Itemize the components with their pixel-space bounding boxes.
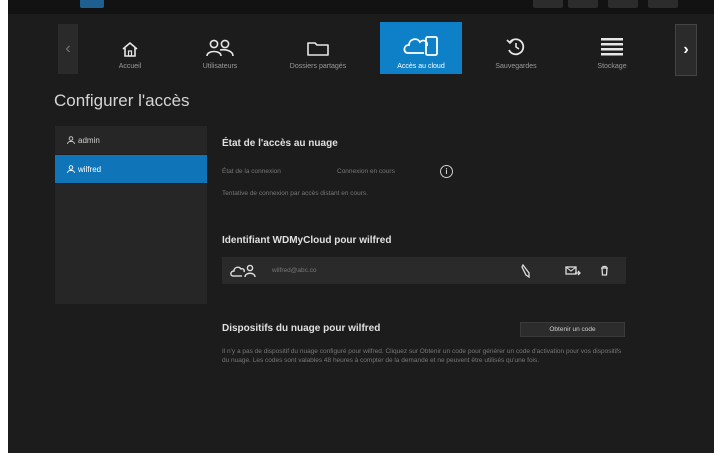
send-email-button[interactable] bbox=[565, 257, 581, 284]
cloud-status-title: État de l'accès au nuage bbox=[222, 138, 338, 149]
app-window: ‹ Accueil Utilisateurs Dossiers partagés bbox=[8, 0, 714, 453]
user-item-wilfred[interactable]: wilfred bbox=[55, 155, 207, 184]
nav-item-storage[interactable]: Stockage bbox=[572, 22, 652, 74]
home-icon bbox=[122, 41, 138, 57]
nav-prev-button[interactable]: ‹ bbox=[58, 24, 78, 74]
user-name: wilfred bbox=[78, 164, 102, 174]
user-item-admin[interactable]: admin bbox=[55, 126, 207, 155]
user-list: admin wilfred bbox=[55, 126, 207, 304]
top-strip bbox=[8, 0, 714, 14]
nav-label: Utilisateurs bbox=[202, 63, 238, 70]
identifier-title: Identifiant WDMyCloud pour wilfred bbox=[222, 235, 392, 246]
top-strip-tab bbox=[608, 0, 638, 8]
delete-button[interactable] bbox=[600, 257, 609, 284]
folder-icon bbox=[307, 42, 329, 56]
devices-description: Il n'y a pas de dispositif du nuage conf… bbox=[222, 348, 622, 364]
chevron-left-icon: ‹ bbox=[65, 40, 71, 57]
user-name: admin bbox=[78, 135, 100, 145]
nav-item-backups[interactable]: Sauvegardes bbox=[476, 22, 556, 74]
devices-title: Dispositifs du nuage pour wilfred bbox=[222, 323, 381, 334]
page-title: Configurer l'accès bbox=[54, 91, 190, 110]
connection-status-label: État de la connexion bbox=[222, 168, 281, 175]
pencil-icon bbox=[521, 263, 530, 278]
storage-icon bbox=[601, 38, 623, 56]
nav-item-users[interactable]: Utilisateurs bbox=[180, 22, 260, 74]
top-strip-tab bbox=[648, 0, 678, 8]
user-icon bbox=[67, 165, 75, 173]
mail-send-icon bbox=[565, 265, 581, 275]
top-strip-tab bbox=[568, 0, 598, 8]
nav-item-home[interactable]: Accueil bbox=[90, 22, 170, 74]
identifier-email: wilfred@abc.co bbox=[272, 267, 317, 274]
users-icon bbox=[206, 39, 234, 57]
cloud-user-icon bbox=[230, 257, 256, 284]
nav-label: Accueil bbox=[118, 63, 142, 70]
user-icon bbox=[67, 136, 75, 144]
nav-label: Sauvegardes bbox=[495, 63, 537, 70]
connection-message: Tentative de connexion par accès distant… bbox=[222, 190, 368, 197]
info-icon[interactable]: i bbox=[440, 165, 453, 178]
nav-item-shares[interactable]: Dossiers partagés bbox=[278, 22, 358, 74]
nav-label: Accès au cloud bbox=[397, 63, 445, 70]
connection-status-value: Connexion en cours bbox=[337, 168, 395, 175]
nav-label: Dossiers partagés bbox=[289, 63, 347, 70]
history-icon bbox=[506, 38, 525, 56]
chevron-right-icon: › bbox=[683, 41, 689, 58]
top-strip-tab bbox=[533, 0, 563, 8]
cloud-device-icon bbox=[403, 36, 438, 56]
identifier-bar: wilfred@abc.co bbox=[222, 257, 626, 284]
nav-label: Stockage bbox=[597, 63, 627, 70]
get-code-button[interactable]: Obtenir un code bbox=[520, 322, 625, 337]
trash-icon bbox=[601, 265, 608, 276]
nav-next-button[interactable]: › bbox=[675, 24, 697, 76]
edit-button[interactable] bbox=[521, 257, 531, 284]
top-strip-tab bbox=[80, 0, 104, 8]
nav-item-cloud-access[interactable]: Accès au cloud bbox=[380, 22, 462, 74]
main-nav: ‹ Accueil Utilisateurs Dossiers partagés bbox=[58, 20, 698, 76]
